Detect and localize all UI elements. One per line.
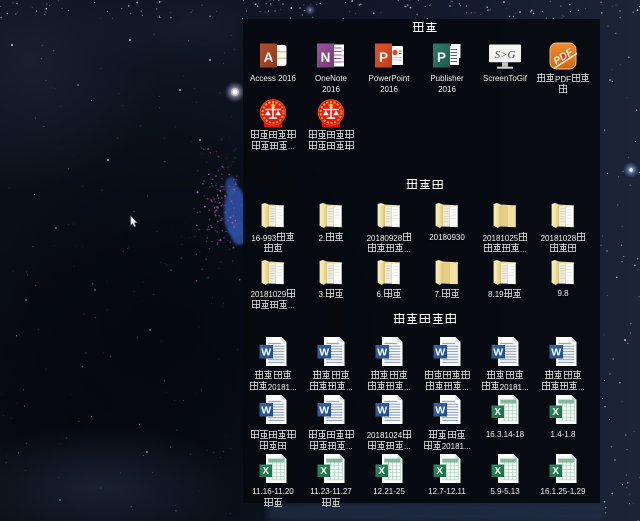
svg-text:W: W bbox=[435, 347, 445, 359]
svg-text:X: X bbox=[378, 466, 385, 477]
svg-text:W: W bbox=[377, 347, 387, 359]
svg-text:X: X bbox=[494, 407, 501, 418]
svg-text:W: W bbox=[261, 347, 271, 359]
svg-text:W: W bbox=[319, 405, 329, 417]
svg-text:P: P bbox=[437, 50, 446, 65]
svg-text:W: W bbox=[551, 347, 561, 359]
svg-text:W: W bbox=[377, 405, 387, 417]
svg-text:X: X bbox=[494, 466, 501, 477]
svg-text:W: W bbox=[493, 347, 503, 359]
svg-text:X: X bbox=[320, 466, 327, 477]
svg-text:W: W bbox=[261, 405, 271, 417]
svg-text:S>G: S>G bbox=[495, 49, 516, 61]
svg-text:X: X bbox=[436, 466, 443, 477]
svg-text:X: X bbox=[552, 466, 559, 477]
svg-text:X: X bbox=[262, 466, 269, 477]
svg-text:N: N bbox=[321, 50, 331, 65]
svg-text:A: A bbox=[264, 50, 274, 65]
svg-text:P: P bbox=[379, 50, 388, 65]
svg-text:W: W bbox=[435, 405, 445, 417]
svg-text:W: W bbox=[319, 347, 329, 359]
svg-text:X: X bbox=[552, 407, 559, 418]
